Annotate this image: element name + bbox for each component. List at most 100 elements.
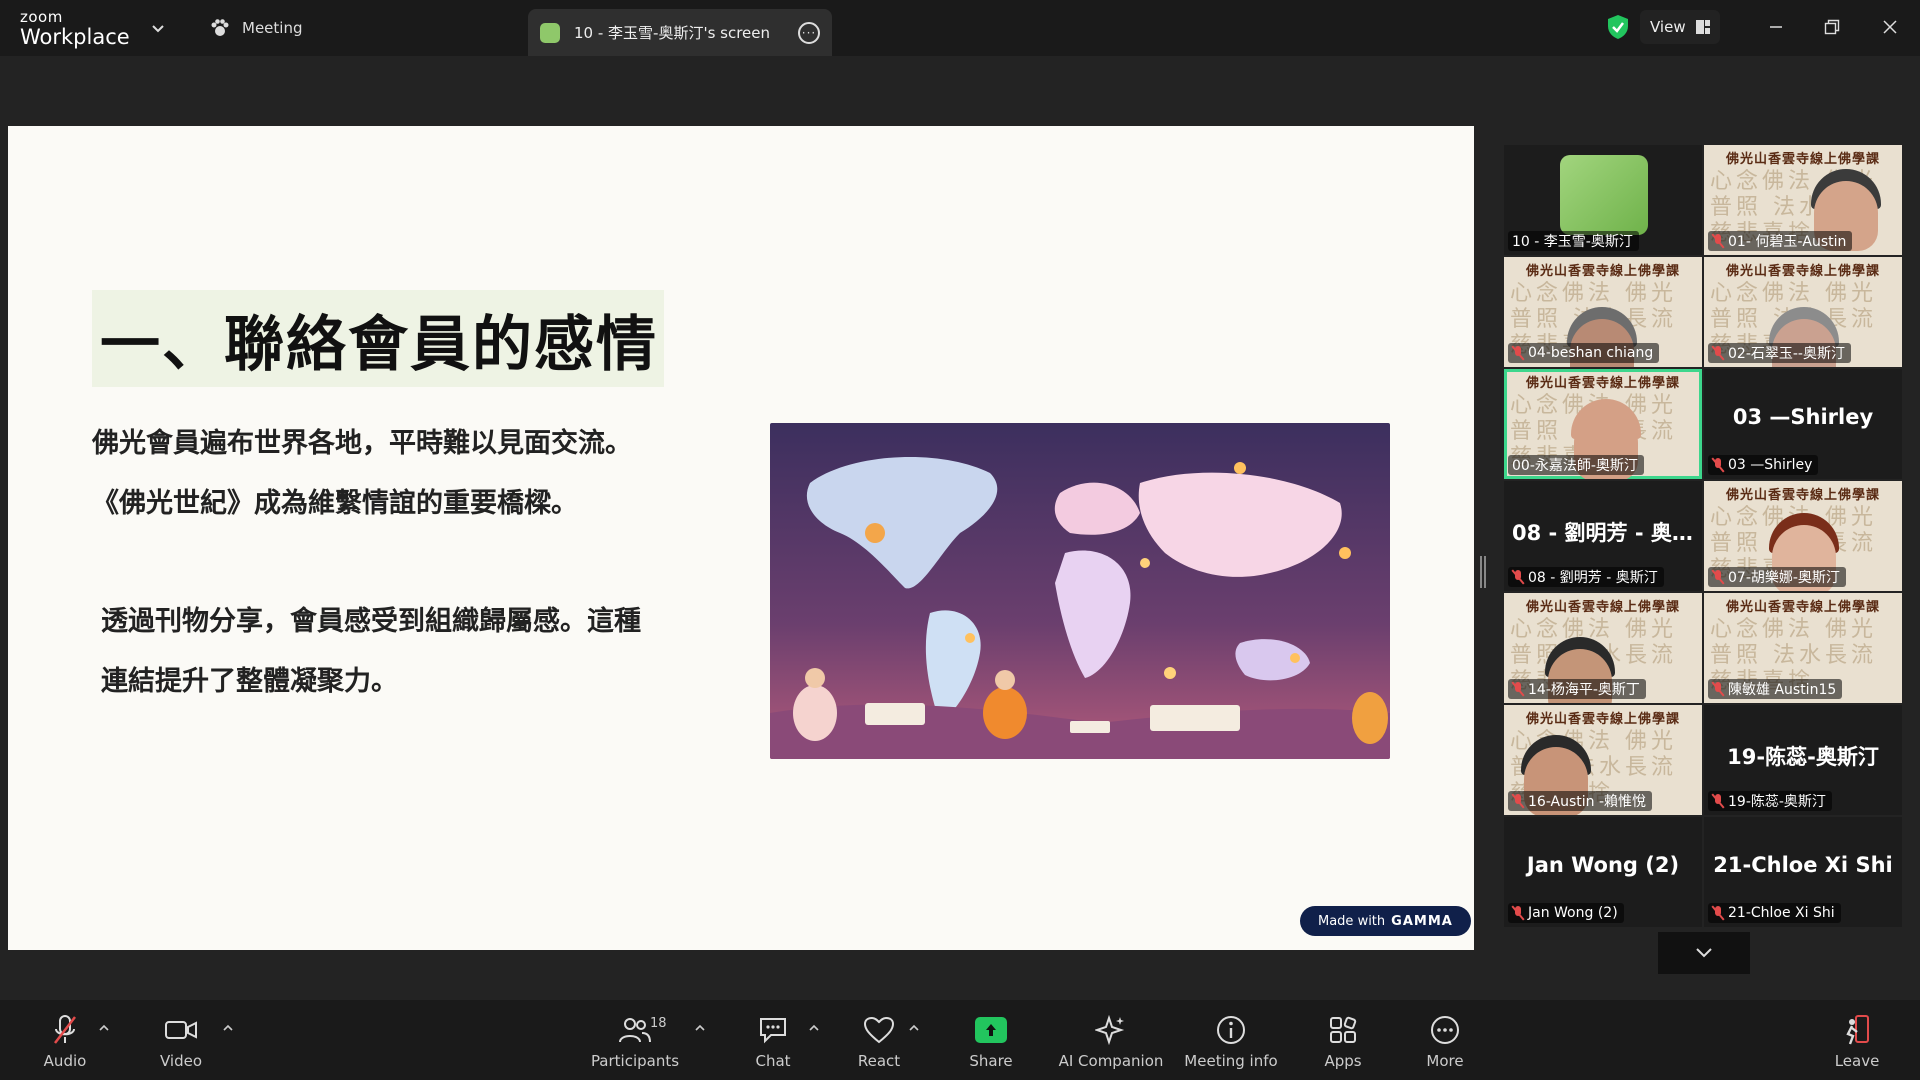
audio-options-caret[interactable] [98, 1022, 110, 1032]
leave-button[interactable]: Leave [1802, 1014, 1912, 1070]
participant-tile[interactable]: 佛光山香雲寺線上佛學課心念佛法 佛光普照 法水長流 慈悲喜捨16-Austin … [1504, 705, 1702, 815]
participant-tile[interactable]: 21-Chloe Xi Shi 21-Chloe Xi Shi [1704, 817, 1902, 927]
meeting-tab-label: Meeting [242, 19, 303, 37]
participant-name-tag: 19-陈蕊-奥斯汀 [1708, 791, 1832, 811]
participants-button[interactable]: 18 Participants [580, 1014, 690, 1070]
participant-tile[interactable]: 10 - 李玉雪-奥斯汀 [1504, 145, 1702, 255]
participant-tile[interactable]: 佛光山香雲寺線上佛學課心念佛法 佛光普照 法水長流 慈悲喜捨01- 何碧玉-Au… [1704, 145, 1902, 255]
participant-tile[interactable]: 佛光山香雲寺線上佛學課心念佛法 佛光普照 法水長流 慈悲喜捨00-永嘉法師-奧斯… [1504, 369, 1702, 479]
react-label: React [857, 1052, 901, 1070]
mic-muted-icon [1512, 906, 1524, 920]
participant-tile[interactable]: 佛光山香雲寺線上佛學課心念佛法 佛光普照 法水長流 慈悲喜捨14-杨海平-奥斯丁 [1504, 593, 1702, 703]
split-divider-handle[interactable] [1480, 556, 1486, 588]
view-button[interactable]: View [1640, 10, 1720, 44]
participant-display-name: 21-Chloe Xi Shi [1713, 853, 1893, 877]
info-icon [1217, 1016, 1245, 1044]
participant-display-name: 08 - 劉明芳 - 奥... [1512, 521, 1696, 545]
meeting-toolbar: Audio Video 18 Participants Chat React S… [0, 1000, 1920, 1080]
sparkle-icon [1095, 1015, 1125, 1045]
badge-prefix: Made with [1318, 913, 1386, 929]
more-label: More [1426, 1052, 1464, 1070]
participant-name: 04-beshan chiang [1528, 345, 1654, 361]
meeting-tab[interactable]: Meeting [210, 18, 302, 38]
meeting-info-label: Meeting info [1184, 1052, 1278, 1070]
virtual-background-banner: 佛光山香雲寺線上佛學課 [1525, 264, 1680, 279]
share-color-icon [540, 22, 560, 43]
participant-tile[interactable]: 19-陈蕊-奥斯汀 19-陈蕊-奥斯汀 [1704, 705, 1902, 815]
participants-label: Participants [590, 1052, 680, 1070]
participant-tile[interactable]: 佛光山香雲寺線上佛學課心念佛法 佛光普照 法水長流 慈悲喜捨02-石翠玉--奥斯… [1704, 257, 1902, 367]
minimize-icon[interactable] [1762, 14, 1790, 40]
badge-brand: GAMMA [1391, 913, 1453, 929]
mic-muted-icon [1512, 346, 1524, 360]
chevron-down-icon[interactable] [150, 20, 166, 36]
virtual-background-banner: 佛光山香雲寺線上佛學課 [1725, 600, 1880, 615]
mic-muted-icon [1512, 570, 1524, 584]
audio-label: Audio [43, 1052, 87, 1070]
virtual-background-banner: 佛光山香雲寺線上佛學課 [1525, 712, 1680, 727]
chat-label: Chat [755, 1052, 791, 1070]
participant-gallery: 10 - 李玉雪-奥斯汀佛光山香雲寺線上佛學課心念佛法 佛光普照 法水長流 慈悲… [1504, 145, 1904, 933]
security-shield-icon[interactable] [1606, 14, 1630, 40]
video-options-caret[interactable] [222, 1022, 234, 1032]
mic-muted-icon [1712, 682, 1724, 696]
restore-icon[interactable] [1818, 14, 1846, 40]
share-screen-icon [975, 1017, 1007, 1043]
virtual-background-banner: 佛光山香雲寺線上佛學課 [1725, 264, 1880, 279]
participant-name-tag: 07-胡樂娜-奧斯汀 [1708, 567, 1846, 587]
participant-name-tag: 10 - 李玉雪-奥斯汀 [1508, 231, 1639, 251]
title-bar: zoom Workplace Meeting 10 - 李玉雪-奥斯汀's sc… [0, 0, 1920, 56]
participant-name-tag: 陳敏雄 Austin15 [1708, 679, 1843, 699]
participant-display-name: 19-陈蕊-奥斯汀 [1727, 745, 1879, 769]
leave-door-icon [1846, 1015, 1869, 1045]
para1-line2: 《佛光世紀》成為維繫情誼的重要橋樑。 [92, 488, 578, 519]
virtual-background-banner: 佛光山香雲寺線上佛學課 [1525, 376, 1680, 391]
share-label: Share [969, 1052, 1013, 1070]
more-options-icon[interactable]: ··· [798, 21, 820, 44]
participant-tile[interactable]: 佛光山香雲寺線上佛學課心念佛法 佛光普照 法水長流 慈悲喜捨陳敏雄 Austin… [1704, 593, 1902, 703]
apps-button[interactable]: Apps [1288, 1014, 1398, 1070]
participant-name-tag: 03 —Shirley [1708, 455, 1819, 475]
slide-paragraph-1: 佛光會員遍布世界各地，平時難以見面交流。 《佛光世紀》成為維繫情誼的重要橋樑。 [92, 414, 632, 534]
shared-screen[interactable]: 一、聯絡會員的感情 佛光會員遍布世界各地，平時難以見面交流。 《佛光世紀》成為維… [8, 126, 1474, 950]
share-screen-tab[interactable]: 10 - 李玉雪-奥斯汀's screen ··· [528, 9, 832, 56]
slide-title: 一、聯絡會員的感情 [92, 290, 664, 387]
more-button[interactable]: More [1390, 1014, 1500, 1070]
participant-name: 19-陈蕊-奥斯汀 [1728, 794, 1826, 810]
mic-muted-icon [1712, 906, 1724, 920]
mic-muted-icon [1512, 794, 1524, 808]
react-options-caret[interactable] [908, 1022, 920, 1032]
made-with-gamma-badge[interactable]: Made with GAMMA [1300, 906, 1471, 936]
world-map-illustration [770, 423, 1390, 759]
view-label: View [1650, 18, 1686, 36]
more-dots-icon [1431, 1016, 1459, 1044]
participant-name: 10 - 李玉雪-奥斯汀 [1512, 234, 1633, 250]
share-button[interactable]: Share [936, 1014, 1046, 1070]
participant-display-name: Jan Wong (2) [1526, 853, 1680, 877]
participant-tile[interactable]: Jan Wong (2) Jan Wong (2) [1504, 817, 1702, 927]
participant-name: 00-永嘉法師-奧斯汀 [1512, 458, 1638, 474]
video-camera-icon [165, 1021, 197, 1039]
participant-name: 16-Austin -賴惟悅 [1528, 794, 1647, 810]
leave-label: Leave [1834, 1052, 1880, 1070]
mic-muted-icon [54, 1015, 76, 1044]
participants-count: 18 [650, 1016, 667, 1031]
participant-tile[interactable]: 08 - 劉明芳 - 奥... 08 - 劉明芳 - 奥斯汀 [1504, 481, 1702, 591]
participant-display-name: 03 —Shirley [1732, 405, 1874, 429]
virtual-background-banner: 佛光山香雲寺線上佛學課 [1525, 600, 1680, 615]
video-button[interactable]: Video [126, 1014, 236, 1070]
participants-icon [619, 1018, 651, 1043]
meeting-info-button[interactable]: Meeting info [1176, 1014, 1286, 1070]
chat-options-caret[interactable] [808, 1022, 820, 1032]
participant-name-tag: 01- 何碧玉-Austin [1708, 231, 1853, 251]
participant-tile[interactable]: 佛光山香雲寺線上佛學課心念佛法 佛光普照 法水長流 慈悲喜捨07-胡樂娜-奧斯汀 [1704, 481, 1902, 591]
ai-companion-button[interactable]: AI Companion [1056, 1014, 1166, 1070]
close-icon[interactable] [1876, 14, 1904, 40]
video-label: Video [159, 1052, 203, 1070]
participants-options-caret[interactable] [694, 1022, 706, 1032]
gallery-layout-icon [1695, 20, 1710, 34]
participant-tile[interactable]: 03 —Shirley 03 —Shirley [1704, 369, 1902, 479]
gallery-scroll-down-button[interactable] [1658, 932, 1750, 974]
participant-tile[interactable]: 佛光山香雲寺線上佛學課心念佛法 佛光普照 法水長流 慈悲喜捨04-beshan … [1504, 257, 1702, 367]
apps-label: Apps [1324, 1052, 1362, 1070]
